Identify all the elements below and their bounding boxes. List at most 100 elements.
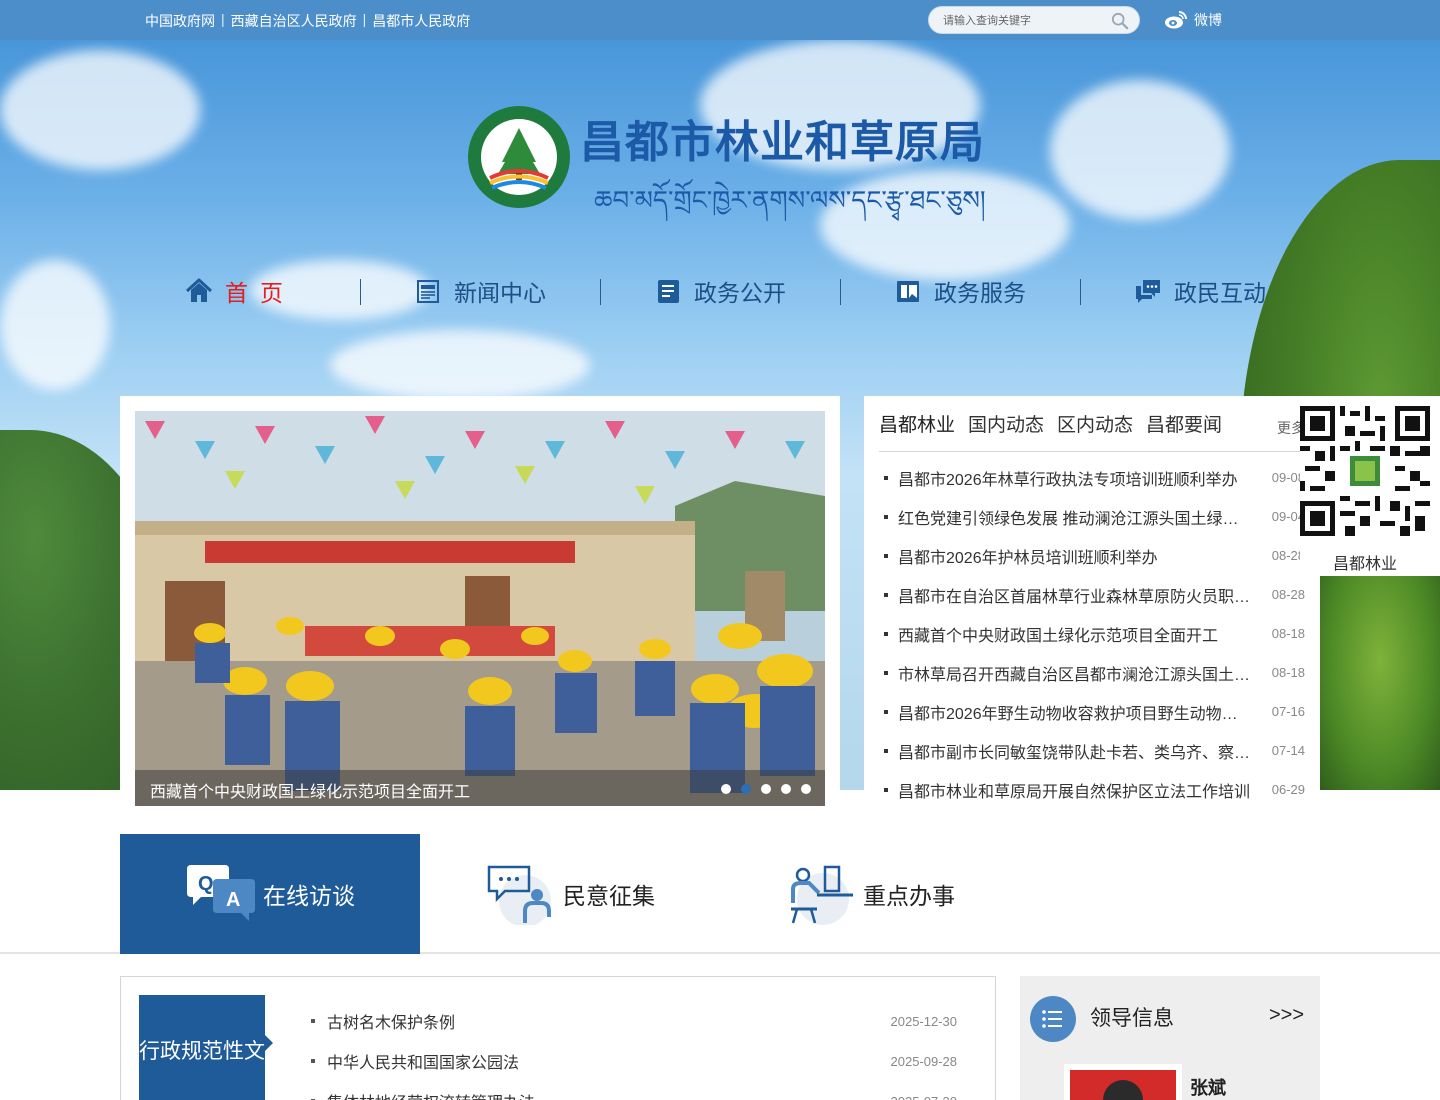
news-title[interactable]: 昌都市副市长同敏玺饶带队赴卡若、类乌齐、察雅调研 — [898, 739, 1252, 763]
logo-emblem-icon — [468, 106, 570, 208]
cloud — [1050, 80, 1230, 220]
regulation-title[interactable]: 古树名木保护条例 — [327, 1009, 455, 1033]
qa-icon: Q A — [187, 865, 255, 921]
slider-photo — [135, 411, 825, 806]
news-title[interactable]: 西藏首个中央财政国土绿化示范项目全面开工 — [898, 622, 1252, 646]
search-input[interactable] — [943, 12, 1103, 30]
news-item[interactable]: 红色党建引领绿色发展 推动澜沧江源头国土绿化示范项目建设09-04 — [879, 497, 1305, 536]
nav-news-center[interactable]: 新闻中心 — [360, 270, 600, 312]
qr-code-icon[interactable] — [1300, 406, 1430, 536]
separator: | — [221, 11, 225, 27]
news-title[interactable]: 昌都市林业和草原局开展自然保护区立法工作培训 — [898, 778, 1252, 802]
nav-label: 政务公开 — [694, 280, 786, 306]
leaders-more-link[interactable]: >>> — [1269, 1004, 1304, 1027]
home-icon — [185, 278, 213, 302]
link-changdu-gov[interactable]: 昌都市人民政府 — [372, 11, 470, 31]
qr-code-panel: 昌都林业 — [1300, 396, 1440, 576]
site-title: 昌都市林业和草原局 — [580, 117, 985, 168]
service-public-opinion[interactable]: 民意征集 — [420, 834, 720, 954]
news-date: 08-18 — [1271, 626, 1305, 641]
nav-label: 政民互动 — [1174, 280, 1266, 306]
bullet — [884, 709, 888, 714]
news-title[interactable]: 昌都市在自治区首届林草行业森林草原防火员职业技能竞赛中获佳绩 — [898, 583, 1252, 607]
news-title[interactable]: 昌都市2026年护林员培训班顺利举办 — [898, 544, 1252, 568]
news-title[interactable]: 市林草局召开西藏自治区昌都市澜沧江源头国土绿化示范项目推进会 — [898, 661, 1252, 685]
news-item[interactable]: 昌都市2026年林草行政执法专项培训班顺利举办 09-08 — [879, 458, 1305, 497]
regulation-date: 2025-07-30 — [891, 1094, 958, 1100]
bullet — [884, 748, 888, 753]
top-bar: 中国政府网 | 西藏自治区人民政府 | 昌都市人民政府 微博 — [0, 0, 1440, 40]
nav-gov-affairs[interactable]: 政务公开 — [600, 270, 840, 312]
bullet — [884, 631, 888, 636]
regulation-title[interactable]: 集体林地经营权流转管理办法 — [327, 1089, 535, 1100]
leader-photo[interactable] — [1064, 1064, 1182, 1100]
leader-name[interactable]: 张斌 — [1190, 1074, 1226, 1100]
opinion-icon — [487, 865, 551, 925]
service-key-affairs[interactable]: 重点办事 — [720, 834, 1020, 954]
bullet — [311, 1059, 315, 1063]
news-title[interactable]: 昌都市2026年野生动物收容救护项目野生动物救护站建设 — [898, 700, 1252, 724]
nav-interaction[interactable]: 政民互动 — [1080, 270, 1320, 312]
news-slider: 西藏首个中央财政国土绿化示范项目全面开工 — [120, 396, 840, 806]
news-title[interactable]: 红色党建引领绿色发展 推动澜沧江源头国土绿化示范项目建设 — [898, 505, 1252, 529]
link-china-gov[interactable]: 中国政府网 — [145, 11, 215, 31]
site-title-tibetan: ཆབ་མདོ་གྲོང་ཁྱེར་ནགས་ལས་དང་རྩྭ་ཐང་ཅུས། — [594, 186, 986, 216]
news-date: 06-29 — [1271, 782, 1305, 797]
news-tabs: 昌都林业 国内动态 区内动态 昌都要闻 更多 — [879, 396, 1305, 452]
slider-viewport[interactable]: 西藏首个中央财政国土绿化示范项目全面开工 — [135, 411, 825, 806]
slider-dot[interactable] — [781, 784, 791, 794]
news-item[interactable]: 市林草局召开西藏自治区昌都市澜沧江源头国土绿化示范项目推进会 08-18 — [879, 653, 1305, 692]
news-date: 08-18 — [1271, 665, 1305, 680]
service-label: 民意征集 — [563, 883, 655, 909]
tab-changdu-forestry[interactable]: 昌都林业 — [879, 410, 955, 437]
svg-text:A: A — [226, 889, 240, 911]
search-icon[interactable] — [1111, 12, 1129, 30]
nav-label: 首页 — [225, 280, 295, 306]
news-item[interactable]: 昌都市副市长同敏玺饶带队赴卡若、类乌齐、察雅调研 07-14 — [879, 731, 1305, 770]
news-item[interactable]: 昌都市2026年野生动物收容救护项目野生动物救护站建设 07-16 — [879, 692, 1305, 731]
news-item[interactable]: 昌都市在自治区首届林草行业森林草原防火员职业技能竞赛中获佳绩 08-28 — [879, 575, 1305, 614]
service-icon — [897, 281, 919, 302]
link-tibet-gov[interactable]: 西藏自治区人民政府 — [231, 11, 357, 31]
bullet — [311, 1019, 315, 1023]
regulations-list: 古树名木保护条例 2025-12-30 中华人民共和国国家公园法 2025-09-2… — [311, 1001, 957, 1100]
bureau-logo[interactable] — [466, 104, 572, 210]
bullet — [884, 787, 888, 792]
gov-links: 中国政府网 | 西藏自治区人民政府 | 昌都市人民政府 — [145, 11, 470, 31]
news-item[interactable]: 昌都市林业和草原局开展自然保护区立法工作培训 06-29 — [879, 770, 1305, 809]
slider-caption[interactable]: 西藏首个中央财政国土绿化示范项目全面开工 — [150, 778, 470, 802]
main-nav: 首页 新闻中心 政务公开 政务服务 政民互动 — [120, 270, 1320, 312]
nav-gov-services[interactable]: 政务服务 — [840, 270, 1080, 312]
qr-label: 昌都林业 — [1332, 556, 1397, 573]
leaders-panel: 领导信息 >>> 张斌 — [1020, 976, 1320, 1100]
news-date: 08-28 — [1271, 587, 1305, 602]
tab-changdu-headlines[interactable]: 昌都要闻 — [1146, 410, 1222, 437]
regulation-date: 2025-12-30 — [890, 1013, 958, 1029]
regulations-tag[interactable]: 行政规范性文 — [139, 995, 273, 1100]
bullet — [884, 592, 888, 597]
regulation-title[interactable]: 中华人民共和国国家公园法 — [327, 1049, 519, 1073]
bullet — [884, 514, 888, 519]
tab-regional-news[interactable]: 区内动态 — [1057, 410, 1133, 437]
bullet — [884, 670, 888, 675]
news-date: 07-14 — [1271, 743, 1305, 758]
news-title[interactable]: 昌都市2026年林草行政执法专项培训班顺利举办 — [898, 466, 1252, 490]
bullet — [884, 553, 888, 558]
regulation-item[interactable]: 集体林地经营权流转管理办法 2025-07-30 — [311, 1081, 957, 1100]
bullet — [884, 475, 888, 480]
service-label: 重点办事 — [863, 883, 955, 909]
slider-dot[interactable] — [801, 784, 811, 794]
weibo-link[interactable]: 微博 — [1164, 10, 1222, 30]
tab-domestic-news[interactable]: 国内动态 — [968, 410, 1044, 437]
regulation-item[interactable]: 古树名木保护条例 2025-12-30 — [311, 1001, 957, 1041]
slider-dot[interactable] — [761, 784, 771, 794]
news-item[interactable]: 西藏首个中央财政国土绿化示范项目全面开工 08-18 — [879, 614, 1305, 653]
news-list: 昌都市2026年林草行政执法专项培训班顺利举办 09-08 红色党建引领绿色发展 … — [879, 458, 1305, 809]
news-item[interactable]: 昌都市2026年护林员培训班顺利举办 08-28 — [879, 536, 1305, 575]
regulation-item[interactable]: 中华人民共和国国家公园法 2025-09-28 — [311, 1041, 957, 1081]
nav-home[interactable]: 首页 — [120, 270, 360, 312]
service-online-interview[interactable]: Q A 在线访谈 — [120, 834, 420, 954]
slider-dot-active[interactable] — [741, 784, 751, 794]
nav-label: 新闻中心 — [454, 280, 546, 306]
slider-dot[interactable] — [721, 784, 731, 794]
